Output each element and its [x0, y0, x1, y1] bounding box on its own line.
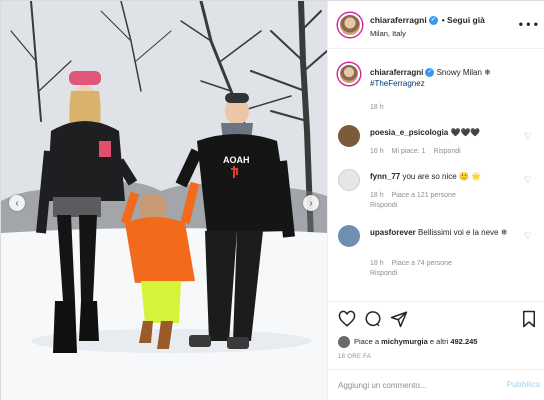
comment-username[interactable]: upasforever [370, 228, 416, 237]
comment-meta: 16 h Mi piace: 1 Rispondi [370, 147, 469, 156]
caption-author-avatar[interactable] [338, 63, 360, 85]
caption-item: chiaraferragni ✓ Snowy Milan ❄ #TheFerrag… [338, 61, 538, 111]
liker-avatar [338, 336, 350, 348]
like-comment-heart-icon[interactable]: ♡ [524, 131, 532, 142]
post-photo[interactable]: AOAH ‹ › [1, 1, 327, 400]
add-comment-bar: Pubblica [328, 369, 544, 400]
comment-text: upasforever Bellissimi voi e la neve ❄ [370, 227, 520, 238]
comment-meta: 18 h Piace a 74 persone Rispondi [370, 259, 460, 279]
post-header: chiaraferragni ✓ • Segui già Milan, Italy … [328, 1, 544, 49]
publish-button[interactable]: Pubblica [507, 380, 540, 389]
caption-meta: 18 h [370, 103, 392, 112]
following-label[interactable]: • Segui già [442, 15, 485, 25]
add-comment-input[interactable] [338, 378, 488, 392]
comment-time: 18 h [370, 260, 384, 267]
like-comment-heart-icon[interactable]: ♡ [524, 231, 532, 242]
post-timestamp: 18 ORE FA [338, 354, 372, 360]
instagram-post-window: AOAH ‹ › chiaraferragni ✓ • Segui già Mila… [0, 0, 544, 400]
svg-text:AOAH: AOAH [223, 155, 250, 165]
comment-likes[interactable]: Mi piace: 1 [392, 148, 426, 155]
comment-text: fynn_77 you are so nice 🙂 🌟 [370, 171, 520, 182]
likes-middle: e altri [429, 336, 449, 346]
comment-item: poesia_e_psicologia 🖤🖤🖤 16 h Mi piace: 1 R… [338, 125, 538, 157]
comment-username[interactable]: poesia_e_psicologia [370, 128, 448, 137]
comment-time: 16 h [370, 148, 384, 155]
author-avatar[interactable] [338, 13, 362, 37]
like-comment-heart-icon[interactable]: ♡ [524, 175, 532, 186]
reply-button[interactable]: Rispondi [433, 148, 460, 155]
comment-body: 🖤🖤🖤 [450, 128, 481, 137]
likes-prefix: Piace a [354, 336, 380, 346]
comment-body: you are so nice 🙂 🌟 [402, 172, 482, 181]
author-username[interactable]: chiaraferragni [370, 15, 427, 25]
comment-text: poesia_e_psicologia 🖤🖤🖤 [370, 127, 520, 138]
reply-button[interactable]: Rispondi [370, 270, 397, 277]
caption-time: 18 h [370, 104, 384, 111]
comments-list: chiaraferragni ✓ Snowy Milan ❄ #TheFerrag… [328, 57, 544, 297]
previous-photo-button[interactable]: ‹ [9, 195, 25, 211]
caption-hashtag[interactable]: #TheFerragnez [370, 79, 425, 88]
likes-count[interactable]: 492.245 [450, 337, 477, 346]
comment-likes[interactable]: Piace a 74 persone [392, 260, 452, 267]
caption-verified-icon: ✓ [425, 68, 435, 78]
caption-username[interactable]: chiaraferragni [370, 68, 423, 77]
comment-body: Bellissimi voi e la neve ❄ [418, 228, 508, 237]
commenter-avatar[interactable] [338, 169, 360, 191]
reply-button[interactable]: Rispondi [370, 202, 397, 209]
liker-username[interactable]: michymurgia [381, 337, 428, 346]
comment-item: upasforever Bellissimi voi e la neve ❄ 1… [338, 225, 538, 277]
verified-badge-icon: ✓ [428, 16, 438, 26]
commenter-avatar[interactable] [338, 125, 360, 147]
save-bookmark-icon[interactable] [520, 310, 538, 328]
post-location[interactable]: Milan, Italy [370, 29, 406, 38]
likes-summary[interactable]: Piace a michymurgia e altri 492.245 [338, 336, 477, 348]
snowy-park-photo: AOAH [1, 1, 327, 400]
comment-item: fynn_77 you are so nice 🙂 🌟 18 h Piace a … [338, 169, 538, 213]
caption-text: chiaraferragni ✓ Snowy Milan ❄ #TheFerrag… [370, 67, 520, 89]
share-send-icon[interactable] [390, 310, 408, 328]
comment-bubble-icon[interactable] [364, 310, 382, 328]
comment-username[interactable]: fynn_77 [370, 172, 400, 181]
next-photo-button[interactable]: › [303, 195, 319, 211]
like-heart-icon[interactable] [338, 310, 356, 328]
caption-body: Snowy Milan ❄ [436, 68, 491, 77]
comment-time: 18 h [370, 192, 384, 199]
comment-meta: 18 h Piace a 121 persone Rispondi [370, 191, 464, 211]
author-username-row: chiaraferragni ✓ • Segui già [370, 15, 485, 26]
more-options-icon[interactable]: • • • [519, 17, 538, 31]
commenter-avatar[interactable] [338, 225, 360, 247]
post-side-panel: chiaraferragni ✓ • Segui già Milan, Italy … [327, 1, 544, 400]
comment-likes[interactable]: Piace a 121 persone [392, 192, 456, 199]
